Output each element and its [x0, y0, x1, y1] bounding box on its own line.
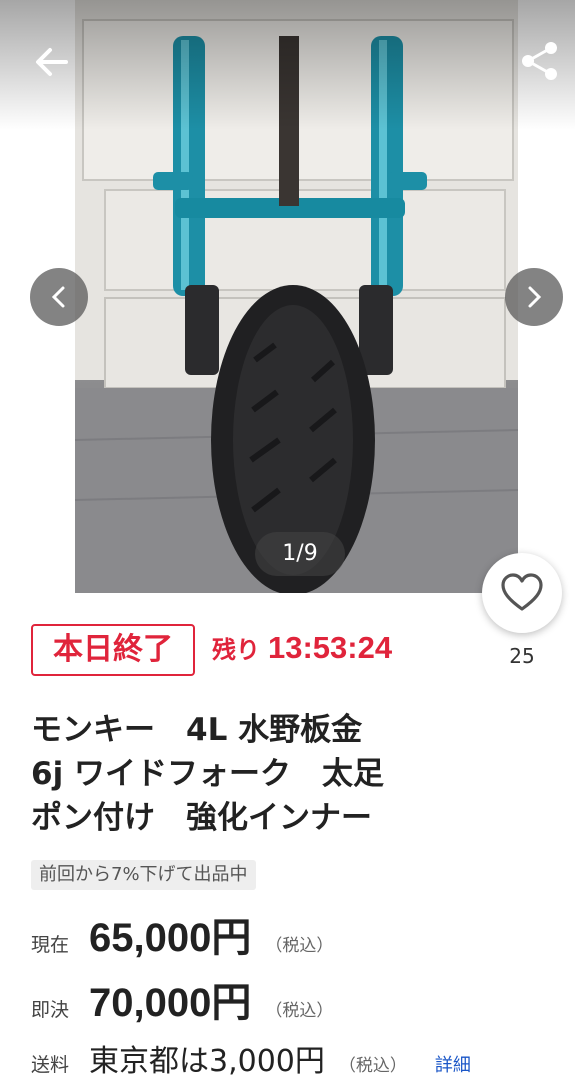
ending-today-badge: 本日終了	[31, 624, 195, 676]
top-gradient	[0, 0, 575, 130]
favorite-button[interactable]	[482, 553, 562, 633]
buyout-price-value: 70,000円	[89, 981, 252, 1025]
favorite-count: 25	[509, 644, 535, 668]
image-gallery: 1/9	[0, 0, 575, 593]
remaining-label: 残り	[212, 636, 260, 664]
current-price-value: 65,000円	[89, 916, 252, 960]
remaining-time-value: 13:53:24	[268, 630, 393, 665]
current-price-label: 現在	[31, 934, 70, 956]
shipping-value: 東京都は3,000円	[89, 1044, 325, 1079]
back-arrow-icon[interactable]	[28, 38, 76, 86]
item-title-line-2: 6j ワイドフォーク 太足	[31, 756, 384, 792]
image-counter: 1/9	[255, 532, 345, 576]
shipping-label: 送料	[31, 1054, 70, 1076]
price-reduction-tag: 前回から7%下げて出品中	[31, 860, 256, 890]
item-title: モンキー 4L 水野板金 6j ワイドフォーク 太足 ポン付け 強化インナー	[31, 708, 471, 840]
heart-icon	[501, 573, 543, 611]
buyout-price-tax: （税込）	[265, 1001, 334, 1021]
share-icon[interactable]	[516, 36, 566, 86]
shipping-tax: （税込）	[338, 1056, 407, 1076]
current-price-row: 現在 65,000円 （税込）	[31, 905, 333, 963]
shipping-detail-link[interactable]: 詳細	[435, 1055, 471, 1076]
current-price-tax: （税込）	[265, 936, 334, 956]
buyout-price-row: 即決 70,000円 （税込）	[31, 970, 333, 1028]
previous-image-button[interactable]	[30, 268, 88, 326]
chevron-left-icon	[51, 286, 65, 308]
chevron-right-icon	[528, 286, 542, 308]
item-title-line-3: ポン付け 強化インナー	[31, 800, 372, 836]
remaining-time: 残り 13:53:24	[212, 630, 392, 666]
next-image-button[interactable]	[505, 268, 563, 326]
shipping-row: 送料 東京都は3,000円 （税込） 詳細	[31, 1036, 471, 1080]
item-title-line-1: モンキー 4L 水野板金	[31, 712, 363, 748]
buyout-price-label: 即決	[31, 999, 70, 1021]
